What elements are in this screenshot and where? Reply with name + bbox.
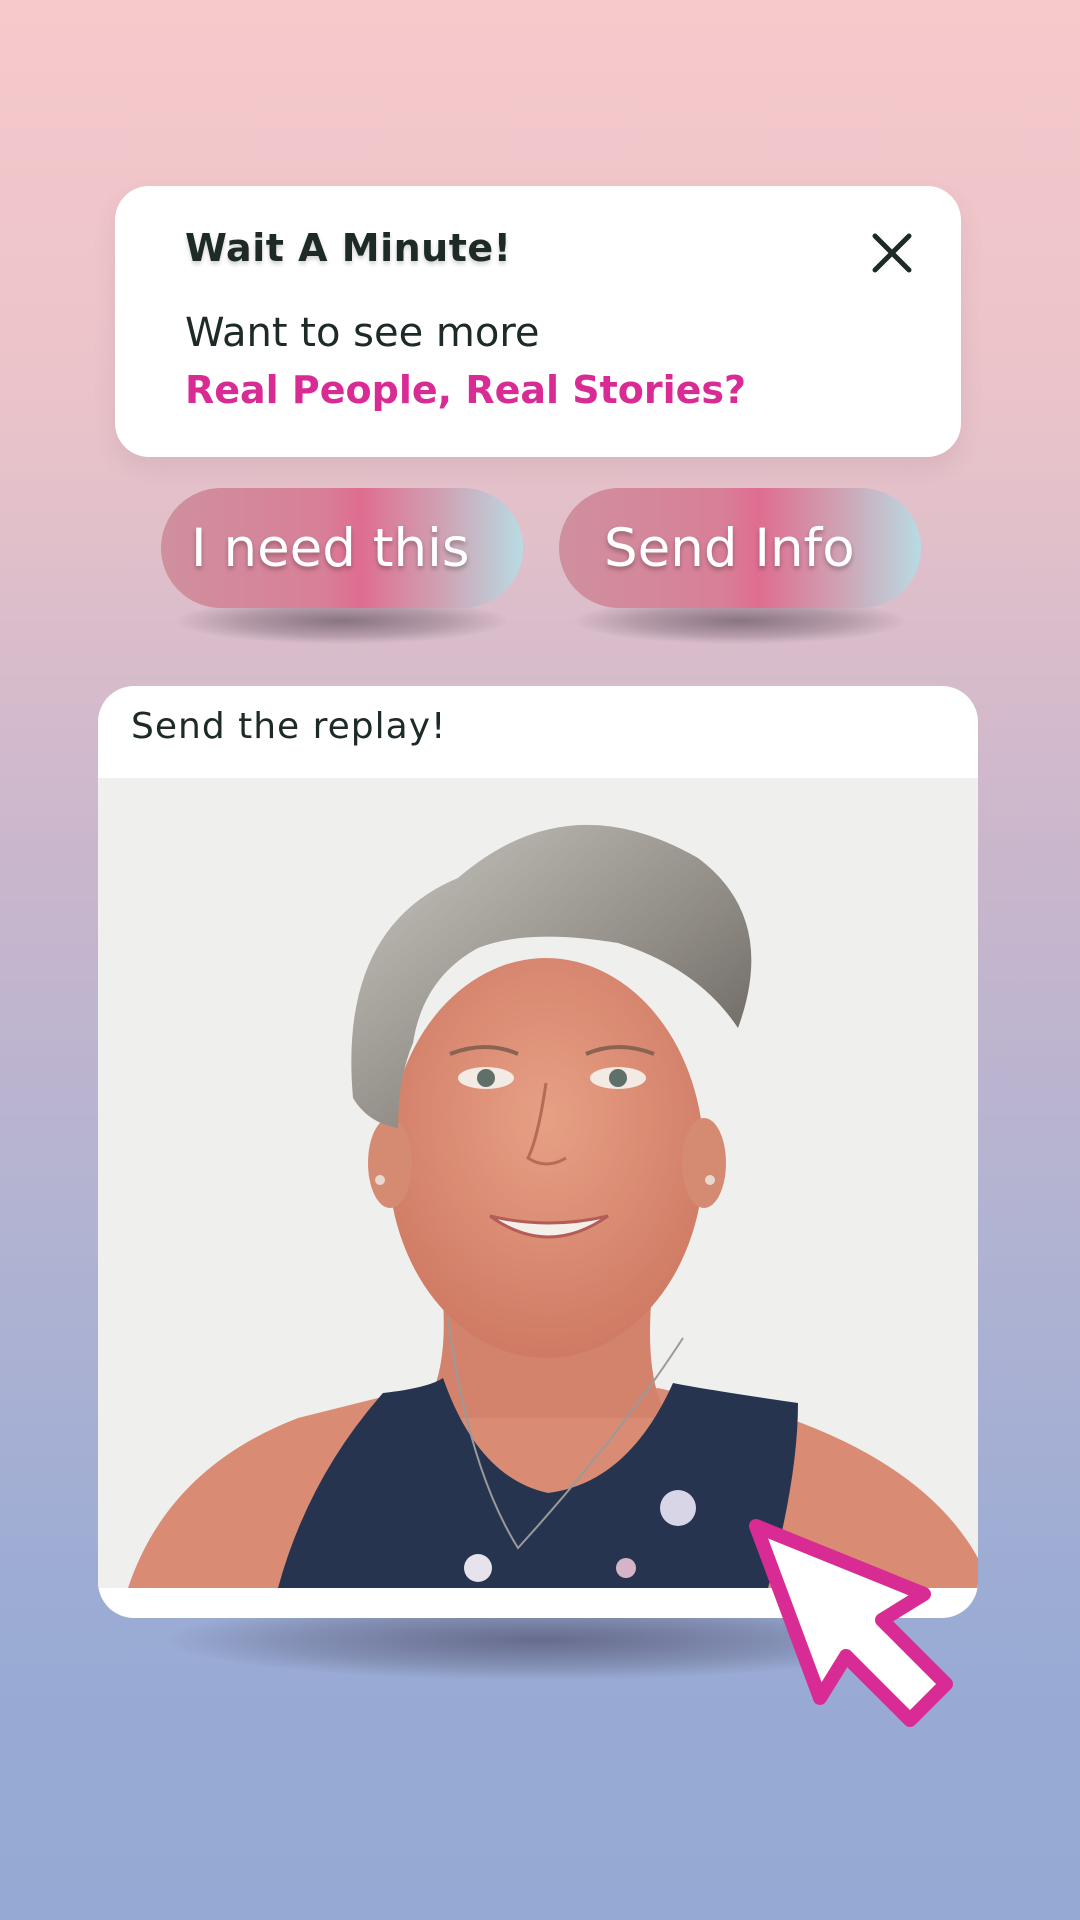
portrait-photo [98, 778, 978, 1588]
replay-card[interactable]: Send the replay! [98, 686, 978, 1618]
pointer-cursor-icon [740, 1510, 970, 1740]
close-icon [872, 233, 912, 273]
send-info-button[interactable]: Send Info [559, 488, 921, 608]
card-caption: Send the replay! [131, 706, 447, 747]
i-need-this-button[interactable]: I need this [161, 488, 523, 608]
i-need-this-label: I need this [191, 517, 470, 579]
dialog-title: Wait A Minute! [185, 226, 512, 270]
close-button[interactable] [867, 228, 917, 278]
dialog-highlight: Real People, Real Stories? [185, 368, 747, 412]
popup-dialog: Wait A Minute! Want to see more Real Peo… [115, 186, 961, 457]
send-info-label: Send Info [604, 517, 855, 579]
dialog-message: Want to see more [185, 310, 540, 356]
